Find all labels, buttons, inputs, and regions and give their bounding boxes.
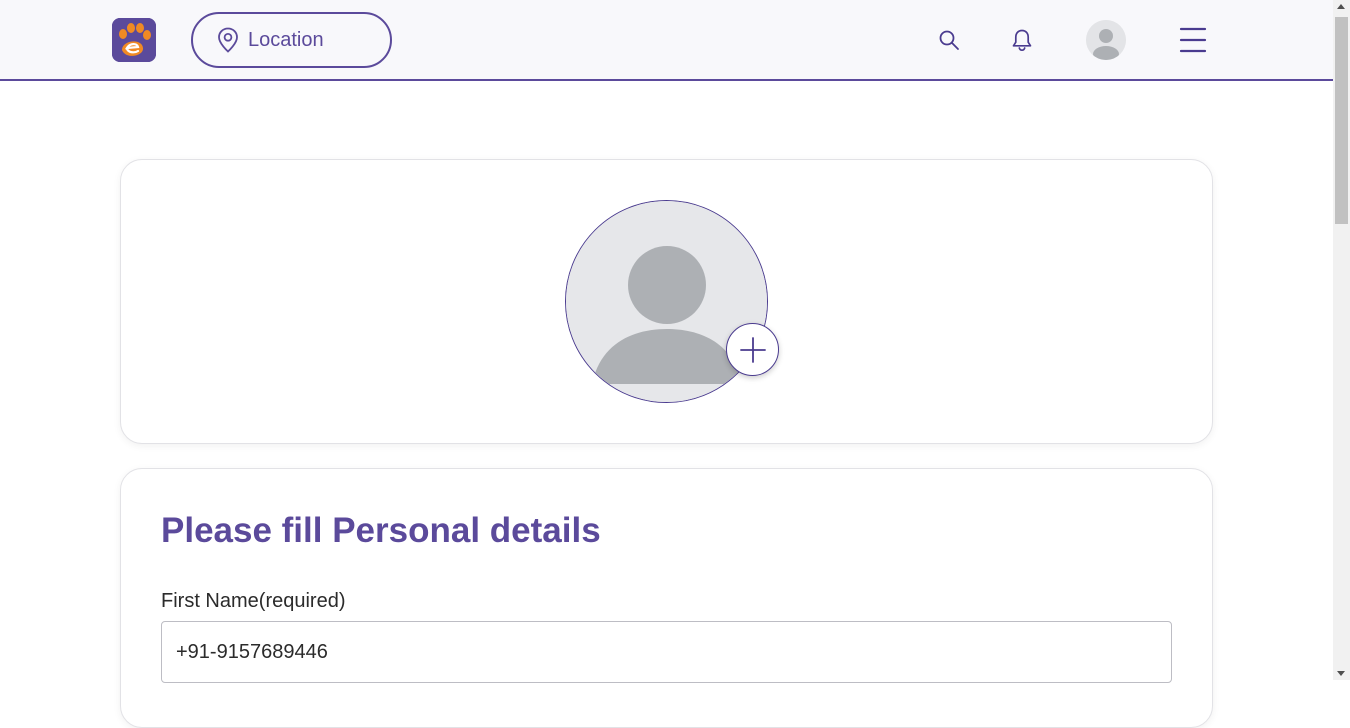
scrollbar-thumb[interactable] — [1335, 17, 1348, 224]
form-title: Please fill Personal details — [161, 511, 601, 550]
add-photo-button[interactable] — [726, 323, 779, 376]
scroll-down-arrow-icon[interactable] — [1337, 671, 1345, 676]
user-avatar-button[interactable] — [1086, 20, 1126, 60]
search-icon — [939, 30, 959, 50]
search-button[interactable] — [936, 27, 962, 53]
menu-button[interactable] — [1178, 24, 1208, 56]
user-avatar-icon — [1086, 20, 1126, 60]
app-logo[interactable] — [112, 18, 156, 62]
user-placeholder-icon — [566, 201, 767, 402]
profile-photo-card — [120, 159, 1213, 444]
personal-details-card: Please fill Personal details First Name(… — [120, 468, 1213, 728]
hamburger-menu-icon — [1179, 27, 1207, 53]
first-name-label: First Name(required) — [161, 590, 346, 612]
notifications-button[interactable] — [1009, 27, 1035, 53]
vertical-scrollbar[interactable] — [1333, 0, 1350, 680]
profile-photo[interactable] — [565, 200, 768, 403]
location-label: Location — [248, 28, 324, 51]
scroll-up-arrow-icon[interactable] — [1337, 4, 1345, 9]
top-header: Location — [0, 0, 1333, 81]
bell-icon — [1012, 29, 1032, 52]
plus-icon — [739, 336, 766, 363]
map-pin-icon — [218, 27, 238, 53]
first-name-input[interactable] — [161, 621, 1172, 683]
location-button[interactable]: Location — [191, 12, 392, 68]
paw-logo-icon — [112, 18, 156, 62]
